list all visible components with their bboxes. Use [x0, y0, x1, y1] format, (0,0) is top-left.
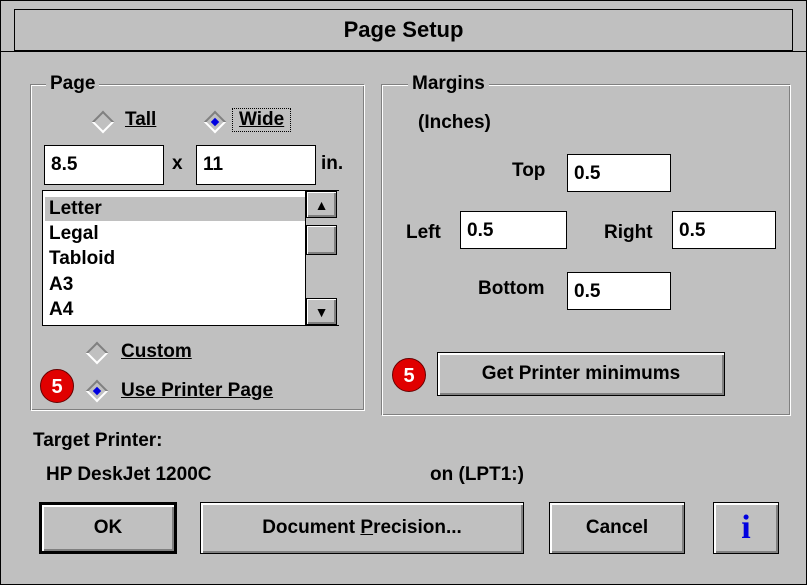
use-printer-page-label[interactable]: Use Printer Page — [121, 380, 273, 402]
top-margin-label: Top — [512, 160, 546, 181]
top-margin-input[interactable]: 0.5 — [567, 154, 671, 192]
left-margin-input[interactable]: 0.5 — [460, 211, 567, 249]
dialog-title: Page Setup — [1, 9, 806, 52]
custom-label[interactable]: Custom — [121, 341, 192, 363]
left-margin-label: Left — [406, 222, 441, 243]
bottom-margin-label: Bottom — [478, 278, 545, 299]
tall-label[interactable]: Tall — [125, 109, 156, 131]
page-group-legend: Page — [46, 74, 100, 94]
list-item-a4[interactable]: A4 — [49, 298, 73, 322]
document-precision-button[interactable]: Document Precision... — [200, 502, 524, 554]
wide-label[interactable]: Wide — [232, 108, 292, 132]
paper-size-list[interactable]: Letter Legal Tabloid A3 A4 ▲ ▼ — [42, 190, 339, 326]
info-button[interactable]: i — [713, 502, 779, 554]
right-margin-label: Right — [604, 222, 653, 243]
printer-name: HP DeskJet 1200C — [46, 464, 212, 485]
page-height-input[interactable]: 11 — [196, 145, 316, 185]
printer-port: on (LPT1:) — [430, 464, 524, 485]
get-printer-minimums-button[interactable]: Get Printer minimums — [437, 352, 725, 396]
margins-group-legend: Margins — [408, 74, 489, 94]
times-label: x — [172, 153, 183, 174]
list-item-a3[interactable]: A3 — [49, 273, 73, 297]
margins-step-badge: 5 — [392, 358, 426, 392]
list-item-letter[interactable]: Letter — [45, 197, 305, 221]
list-item-tabloid[interactable]: Tabloid — [49, 247, 115, 271]
list-item-legal[interactable]: Legal — [49, 222, 99, 246]
cancel-button[interactable]: Cancel — [549, 502, 685, 554]
scroll-up-arrow-icon[interactable]: ▲ — [306, 191, 337, 218]
scroll-down-arrow-icon[interactable]: ▼ — [306, 298, 337, 325]
unit-label: in. — [321, 153, 344, 174]
margins-units-note: (Inches) — [418, 112, 491, 133]
target-printer-label: Target Printer: — [33, 430, 163, 451]
page-step-badge: 5 — [40, 369, 74, 403]
paper-list-scrollbar[interactable]: ▲ ▼ — [305, 191, 339, 325]
bottom-margin-input[interactable]: 0.5 — [567, 272, 671, 310]
ok-button[interactable]: OK — [39, 502, 177, 554]
page-width-input[interactable]: 8.5 — [44, 145, 164, 185]
right-margin-input[interactable]: 0.5 — [672, 211, 776, 249]
scroll-thumb[interactable] — [306, 225, 337, 255]
info-icon: i — [741, 509, 751, 546]
